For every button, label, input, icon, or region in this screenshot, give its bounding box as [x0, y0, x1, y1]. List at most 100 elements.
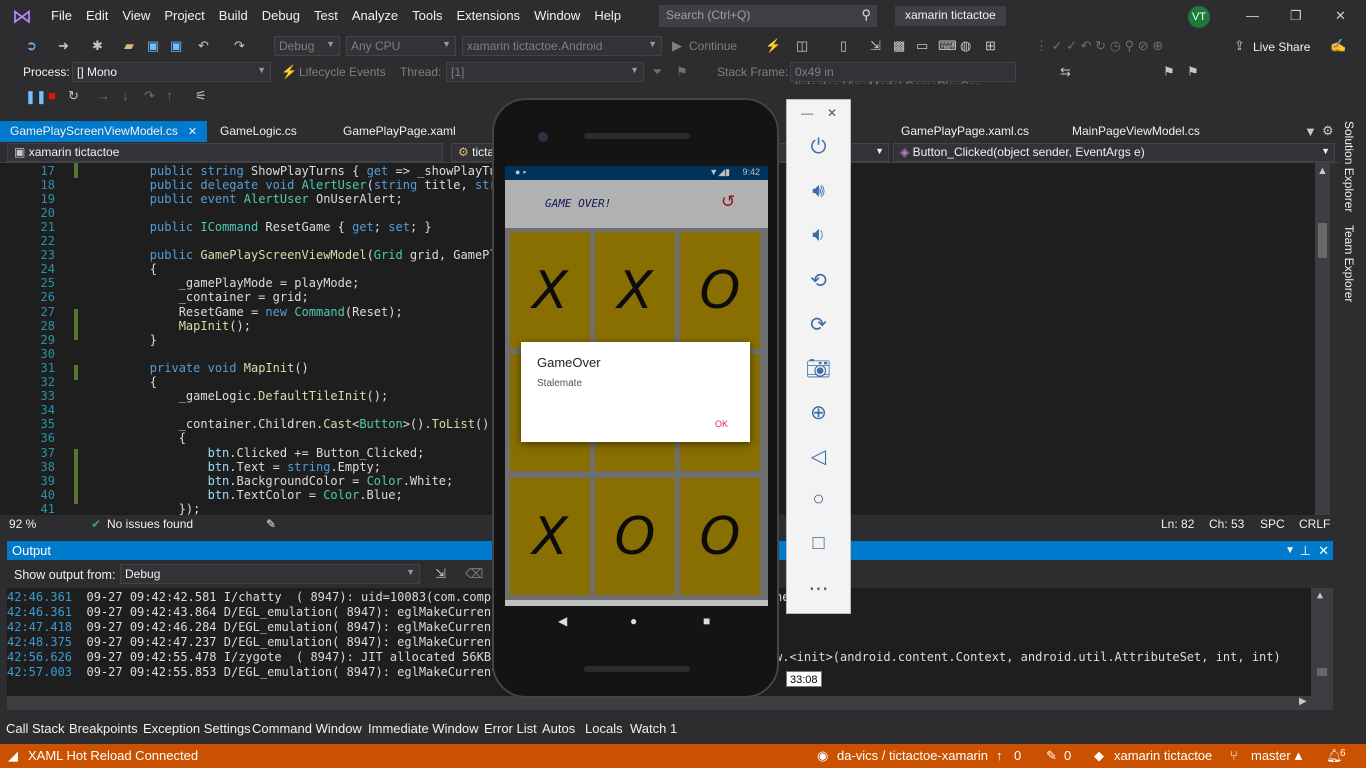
menu-edit[interactable]: Edit: [79, 0, 115, 32]
step-into-icon[interactable]: ↓: [122, 88, 129, 103]
process-dropdown[interactable]: [] Mono ▼: [72, 62, 271, 82]
issues-status[interactable]: No issues found: [107, 517, 193, 531]
menu-test[interactable]: Test: [307, 0, 345, 32]
stack-frame-dropdown[interactable]: 0x49 in tictactoe.ViewModel.GamePlayScr: [790, 62, 1016, 93]
lifecycle-events[interactable]: Lifecycle Events: [299, 65, 386, 79]
flag-thread-icon[interactable]: ⚑: [676, 64, 688, 80]
tab-exception-settings[interactable]: Exception Settings: [143, 721, 251, 736]
avatar[interactable]: VT: [1188, 6, 1210, 28]
terminal-icon[interactable]: ▭: [916, 38, 928, 54]
pin-icon[interactable]: ⊥: [1300, 541, 1311, 560]
scroll-right-icon[interactable]: ▶: [1299, 696, 1307, 707]
home-icon[interactable]: ○: [787, 488, 850, 511]
search-input[interactable]: Search (Ctrl+Q) ⚲: [659, 5, 877, 27]
tab-error-list[interactable]: Error List: [484, 721, 537, 736]
undo-icon[interactable]: ↶: [198, 38, 209, 54]
menu-project[interactable]: Project: [157, 0, 211, 32]
startup-project-dropdown[interactable]: xamarin tictactoe.Android ▼: [462, 36, 662, 56]
feedback-icon[interactable]: ✍: [1330, 38, 1346, 54]
browser-link-icon[interactable]: ◫: [796, 38, 808, 54]
more-icon[interactable]: ⋯: [787, 576, 850, 601]
window-position-icon[interactable]: ▼: [1285, 541, 1295, 560]
project-dropdown[interactable]: ▣ xamarin tictactoe: [7, 143, 443, 162]
phone-screen[interactable]: ● ▪ ▼◢▮ 9:42 GAME OVER! ↺ X X O X O O Ga…: [505, 166, 768, 606]
tab-gameplaypage-xaml-cs[interactable]: GamePlayPage.xaml.cs: [891, 121, 1039, 142]
hot-reload-status[interactable]: XAML Hot Reload Connected: [28, 748, 198, 763]
scroll-thumb[interactable]: [1318, 223, 1327, 258]
tab-gamelogic[interactable]: GameLogic.cs: [210, 121, 307, 142]
parallel-stacks-icon[interactable]: ⇆: [1060, 64, 1071, 80]
rotate-left-icon[interactable]: ⟲: [787, 268, 850, 293]
step-out-icon[interactable]: ↑: [166, 88, 173, 103]
tab-call-stack[interactable]: Call Stack: [6, 721, 65, 736]
android-home-icon[interactable]: ●: [630, 614, 637, 628]
tab-mainpageviewmodel[interactable]: MainPageViewModel.cs: [1062, 121, 1210, 142]
changes-count[interactable]: 0: [1064, 748, 1071, 763]
device-icon[interactable]: ▯: [840, 38, 847, 54]
solution-explorer-tab[interactable]: Solution Explorer: [1342, 121, 1356, 212]
live-share-icon[interactable]: ⇪: [1234, 38, 1245, 54]
menu-extensions[interactable]: Extensions: [449, 0, 527, 32]
tab-breakpoints[interactable]: Breakpoints: [69, 721, 138, 736]
overview-icon[interactable]: □: [787, 532, 850, 555]
stop-icon[interactable]: ■: [48, 88, 56, 103]
back-icon[interactable]: ◁: [787, 444, 850, 469]
android-recents-icon[interactable]: ■: [703, 614, 710, 628]
repository-name[interactable]: da-vics / tictactoe-xamarin: [837, 748, 988, 763]
scroll-up-icon[interactable]: ▲: [1317, 590, 1323, 601]
step-into-icon[interactable]: ⇲: [870, 38, 881, 54]
continue-button[interactable]: Continue: [689, 39, 737, 53]
menu-help[interactable]: Help: [587, 0, 628, 32]
next-bookmark-icon[interactable]: ⚑: [1187, 64, 1199, 80]
clear-all-icon[interactable]: ⌫: [465, 566, 483, 582]
output-horizontal-scrollbar[interactable]: ▶: [7, 696, 1333, 710]
hex-display-icon[interactable]: ⚟: [195, 88, 207, 104]
project-name[interactable]: xamarin tictactoe: [1114, 748, 1212, 763]
pause-icon[interactable]: ❚❚: [25, 89, 47, 105]
configuration-dropdown[interactable]: Debug ▼: [274, 36, 340, 56]
tab-gameplayscreenviewmodel[interactable]: GamePlayScreenViewModel.cs ✕: [0, 121, 208, 142]
back-icon[interactable]: ➲: [26, 38, 37, 54]
show-next-statement-icon[interactable]: →: [97, 88, 110, 103]
minimize-icon[interactable]: —: [801, 106, 813, 120]
output-vertical-scrollbar[interactable]: ▲: [1311, 588, 1333, 696]
branch-name[interactable]: master: [1251, 748, 1291, 763]
scroll-up-icon[interactable]: ▲: [1317, 165, 1328, 177]
menu-file[interactable]: File: [44, 0, 79, 32]
live-share-button[interactable]: Live Share: [1253, 40, 1310, 54]
close-panel-icon[interactable]: ✕: [1318, 541, 1329, 560]
tab-watch-1[interactable]: Watch 1: [630, 721, 677, 736]
redo-icon[interactable]: ↷: [234, 38, 245, 54]
tab-immediate-window[interactable]: Immediate Window: [368, 721, 479, 736]
find-message-icon[interactable]: ⇲: [435, 566, 446, 582]
menu-build[interactable]: Build: [212, 0, 255, 32]
code-icon[interactable]: ⌨: [938, 38, 957, 54]
menu-analyze[interactable]: Analyze: [345, 0, 405, 32]
hot-reload-icon[interactable]: ⚡: [765, 38, 781, 54]
forward-icon[interactable]: ➜: [58, 38, 69, 54]
thread-dropdown[interactable]: [1] ▼: [446, 62, 644, 82]
new-project-icon[interactable]: ✱: [92, 38, 103, 54]
lifecycle-icon[interactable]: ⚡: [281, 64, 297, 80]
volume-up-icon[interactable]: 🔊︎: [787, 180, 850, 203]
volume-down-icon[interactable]: 🔉︎: [787, 224, 850, 247]
zoom-icon[interactable]: ⊕: [787, 400, 850, 425]
menu-view[interactable]: View: [115, 0, 157, 32]
continue-icon[interactable]: ▶: [672, 38, 682, 54]
team-explorer-tab[interactable]: Team Explorer: [1342, 225, 1356, 302]
rotate-right-icon[interactable]: ⟳: [787, 312, 850, 337]
globe-icon[interactable]: ◍: [960, 38, 971, 54]
tab-gameplaypage-xaml[interactable]: GamePlayPage.xaml: [333, 121, 466, 142]
menu-window[interactable]: Window: [527, 0, 587, 32]
tab-autos[interactable]: Autos: [542, 721, 575, 736]
tab-command-window[interactable]: Command Window: [252, 721, 362, 736]
dialog-ok-button[interactable]: OK: [715, 419, 728, 429]
package-icon[interactable]: ▩: [893, 38, 905, 54]
scroll-thumb[interactable]: [1317, 668, 1327, 676]
save-all-icon[interactable]: ▣: [170, 38, 182, 54]
settings-gear-icon[interactable]: ⚙: [1322, 123, 1334, 139]
tab-list-icon[interactable]: ▼: [1304, 124, 1317, 139]
bookmark-icon[interactable]: ⚑: [1163, 64, 1175, 80]
minimize-icon[interactable]: —: [1246, 8, 1259, 23]
close-tab-icon[interactable]: ✕: [188, 126, 197, 138]
